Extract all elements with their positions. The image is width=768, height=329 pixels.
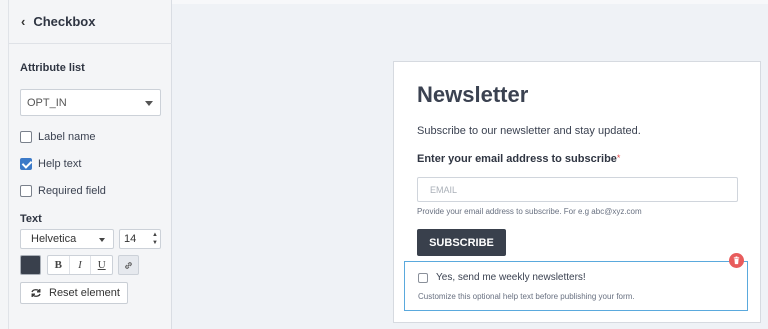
required-marker: *	[616, 153, 621, 163]
text-color-swatch[interactable]	[20, 255, 41, 275]
subscribe-button[interactable]: SUBSCRIBE	[417, 229, 506, 256]
spin-up-icon[interactable]: ▲	[152, 232, 158, 239]
canvas-top-bar	[172, 0, 768, 4]
caret-down-icon	[99, 238, 105, 242]
option-label-name[interactable]: Label name	[20, 131, 96, 143]
attribute-select-value: OPT_IN	[27, 96, 67, 109]
reset-label: Reset element	[49, 287, 120, 299]
bold-button[interactable]: B	[48, 256, 70, 274]
text-section-label: Text	[20, 213, 42, 225]
optin-checkbox-block[interactable]: Yes, send me weekly newsletters! Customi…	[404, 261, 748, 311]
font-family-value: Helvetica	[31, 233, 77, 245]
spin-down-icon[interactable]: ▼	[152, 240, 158, 247]
optin-checkbox[interactable]	[418, 272, 428, 283]
link-icon	[125, 261, 132, 269]
optin-help-text: Customize this optional help text before…	[418, 292, 635, 301]
font-size-input[interactable]: 14 ▲ ▼	[119, 229, 161, 249]
text-format-group: B I U	[47, 255, 113, 275]
help-text-checkbox[interactable]	[20, 158, 32, 170]
option-label: Help text	[38, 158, 82, 170]
optin-row[interactable]: Yes, send me weekly newsletters!	[418, 272, 586, 283]
option-required-field[interactable]: Required field	[20, 185, 106, 197]
font-family-select[interactable]: Helvetica	[20, 229, 114, 249]
chevron-left-icon: ‹	[21, 14, 26, 29]
panel-title: Checkbox	[33, 14, 96, 29]
link-button[interactable]	[118, 255, 139, 275]
left-edge-strip	[0, 0, 9, 329]
email-label-text: Enter your email address to subscribe	[417, 153, 617, 165]
email-field-label: Enter your email address to subscribe*	[417, 153, 620, 165]
required-field-checkbox[interactable]	[20, 185, 32, 197]
reset-element-button[interactable]: Reset element	[20, 282, 128, 304]
option-help-text[interactable]: Help text	[20, 158, 81, 170]
email-help-text: Provide your email address to subscribe.…	[417, 207, 642, 216]
option-label: Required field	[38, 185, 106, 197]
email-placeholder: EMAIL	[430, 184, 458, 195]
form-subtitle: Subscribe to our newsletter and stay upd…	[417, 125, 641, 137]
italic-button[interactable]: I	[70, 256, 92, 274]
properties-sidebar: ‹ Checkbox Attribute list OPT_IN Label n…	[9, 0, 172, 329]
attribute-list-label: Attribute list	[20, 62, 85, 74]
option-label: Label name	[38, 131, 96, 143]
label-name-checkbox[interactable]	[20, 131, 32, 143]
optin-label: Yes, send me weekly newsletters!	[436, 272, 586, 283]
email-input[interactable]: EMAIL	[417, 177, 738, 202]
back-button[interactable]: ‹ Checkbox	[9, 0, 172, 44]
reset-arrows-icon	[31, 289, 41, 297]
underline-button[interactable]: U	[91, 256, 112, 274]
attribute-select[interactable]: OPT_IN	[20, 89, 161, 116]
delete-element-button[interactable]	[729, 253, 744, 268]
font-size-value: 14	[124, 233, 137, 245]
form-title: Newsletter	[417, 82, 529, 107]
caret-down-icon	[145, 101, 153, 106]
trash-icon	[733, 256, 740, 265]
